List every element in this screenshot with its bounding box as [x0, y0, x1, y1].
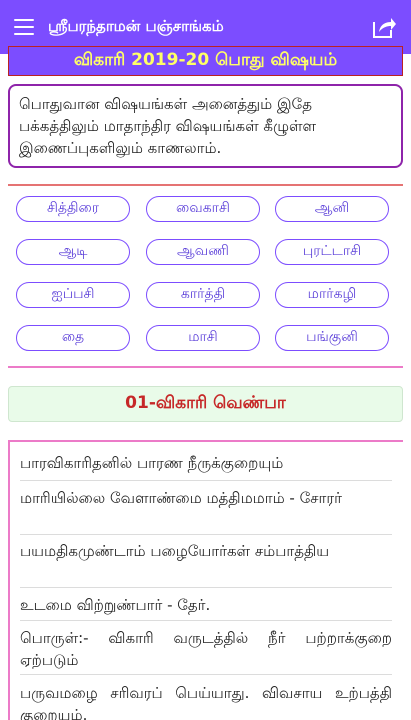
verse-line: மாரியில்லை வேளாண்மை மத்திமமாம் - சோரர் — [20, 489, 342, 507]
month-button-aani[interactable]: ஆனி — [275, 196, 389, 222]
year-heading-text: விகாரி 2019-20 பொது விஷயம் — [73, 50, 338, 70]
month-button-maasi[interactable]: மாசி — [146, 325, 260, 351]
month-button-margazhi[interactable]: மார்கழி — [275, 282, 389, 308]
separator — [20, 587, 392, 588]
month-button-vaikasi[interactable]: வைகாசி — [146, 196, 260, 222]
month-button-aavani[interactable]: ஆவணி — [146, 239, 260, 265]
info-box: பொதுவான விஷயங்கள் அனைத்தும் இதே பக்கத்தி… — [8, 84, 403, 168]
verse-line: பொருள்:- விகாரி வருடத்தில் நீர் பற்றாக்க… — [20, 629, 392, 669]
month-button-karthigai[interactable]: கார்த்தி — [146, 282, 260, 308]
menu-icon[interactable] — [14, 19, 34, 35]
verse-line: உடமை விற்றுண்பார் - தேர். — [20, 596, 211, 614]
verse-heading: 01-விகாரி வெண்பா — [8, 386, 403, 422]
month-row: தை மாசி பங்குனி — [0, 325, 411, 353]
month-row: ஆடி ஆவணி புரட்டாசி — [0, 239, 411, 267]
separator — [20, 534, 392, 535]
verse-line: பாரவிகாரிதனில் பாரண நீருக்குறையும் — [20, 454, 284, 472]
verse-list: பாரவிகாரிதனில் பாரண நீருக்குறையும் மாரிய… — [8, 440, 403, 720]
separator — [20, 620, 392, 621]
verse-line: பயமதிகமுண்டாம் பழையோர்கள் சம்பாத்திய — [20, 542, 330, 560]
verse-heading-text: 01-விகாரி வெண்பா — [125, 393, 286, 413]
separator — [20, 480, 392, 481]
divider — [8, 366, 403, 368]
month-button-thai[interactable]: தை — [16, 325, 130, 351]
year-heading: விகாரி 2019-20 பொது விஷயம் — [8, 46, 403, 76]
month-button-panguni[interactable]: பங்குனி — [275, 325, 389, 351]
month-row: ஐப்பசி கார்த்தி மார்கழி — [0, 282, 411, 310]
month-button-chithirai[interactable]: சித்திரை — [16, 196, 130, 222]
app-title: ஸ்ரீபரந்தாமன் பஞ்சாங்கம் — [48, 17, 224, 35]
month-button-aadi[interactable]: ஆடி — [16, 239, 130, 265]
month-row: சித்திரை வைகாசி ஆனி — [0, 196, 411, 224]
month-button-aippasi[interactable]: ஐப்பசி — [16, 282, 130, 308]
share-icon[interactable] — [371, 14, 397, 40]
separator — [20, 674, 392, 675]
month-button-purattasi[interactable]: புரட்டாசி — [275, 239, 389, 265]
verse-line: பருவமழை சரிவரப் பெய்யாது. விவசாய உற்பத்த… — [20, 684, 392, 720]
divider — [8, 184, 403, 186]
